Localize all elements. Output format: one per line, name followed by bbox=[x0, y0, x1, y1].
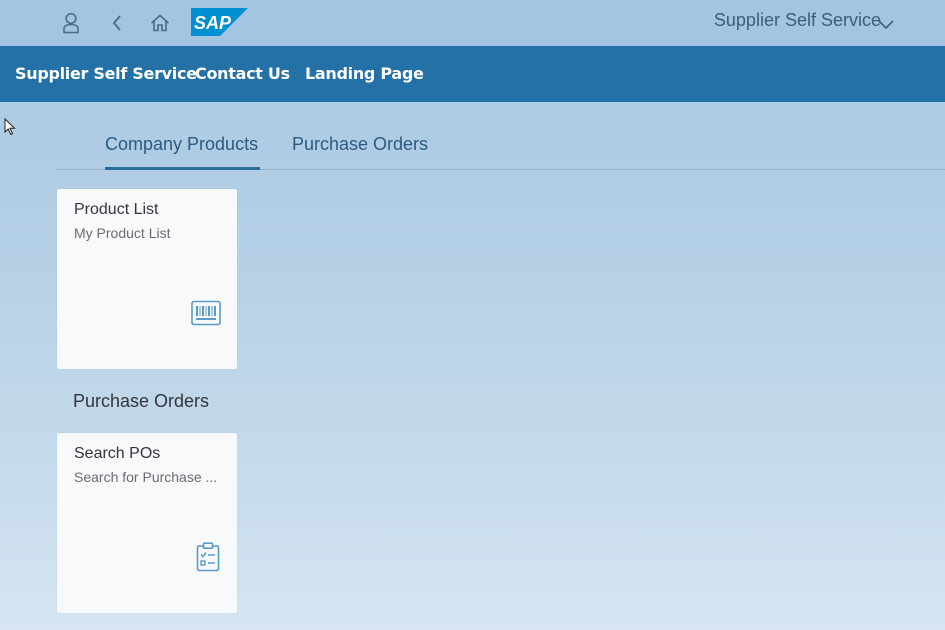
tile-subtitle: My Product List bbox=[74, 225, 171, 241]
back-icon[interactable] bbox=[103, 9, 131, 37]
chevron-down-icon[interactable] bbox=[877, 12, 895, 34]
shell-bar: SAP Supplier Self Service bbox=[0, 0, 945, 46]
nav-link-landing-page[interactable]: Landing Page bbox=[305, 64, 424, 83]
clipboard-checklist-icon bbox=[196, 542, 220, 572]
tile-product-list[interactable]: Product List My Product List bbox=[57, 189, 237, 369]
tab-company-products[interactable]: Company Products bbox=[105, 134, 260, 170]
barcode-icon bbox=[191, 300, 221, 326]
sap-logo[interactable]: SAP bbox=[191, 8, 248, 36]
sap-logo-text: SAP bbox=[194, 13, 232, 33]
tile-subtitle: Search for Purchase ... bbox=[74, 469, 218, 485]
tile-search-pos[interactable]: Search POs Search for Purchase ... bbox=[57, 433, 237, 613]
user-icon[interactable] bbox=[57, 9, 85, 37]
anchor-bar: Company Products Purchase Orders bbox=[56, 120, 945, 170]
nav-link-supplier-self-service[interactable]: Supplier Self Service bbox=[15, 64, 197, 83]
top-navigation: Supplier Self Service Contact Us Landing… bbox=[0, 46, 945, 102]
nav-link-contact-us[interactable]: Contact Us bbox=[195, 64, 290, 83]
tile-title: Search POs bbox=[74, 445, 161, 462]
tab-purchase-orders[interactable]: Purchase Orders bbox=[292, 134, 428, 167]
shell-app-title[interactable]: Supplier Self Service bbox=[714, 10, 881, 31]
tile-title: Product List bbox=[74, 201, 159, 218]
group-title-purchase-orders: Purchase Orders bbox=[73, 391, 210, 411]
home-icon[interactable] bbox=[146, 9, 174, 37]
mouse-cursor-icon bbox=[4, 118, 16, 136]
